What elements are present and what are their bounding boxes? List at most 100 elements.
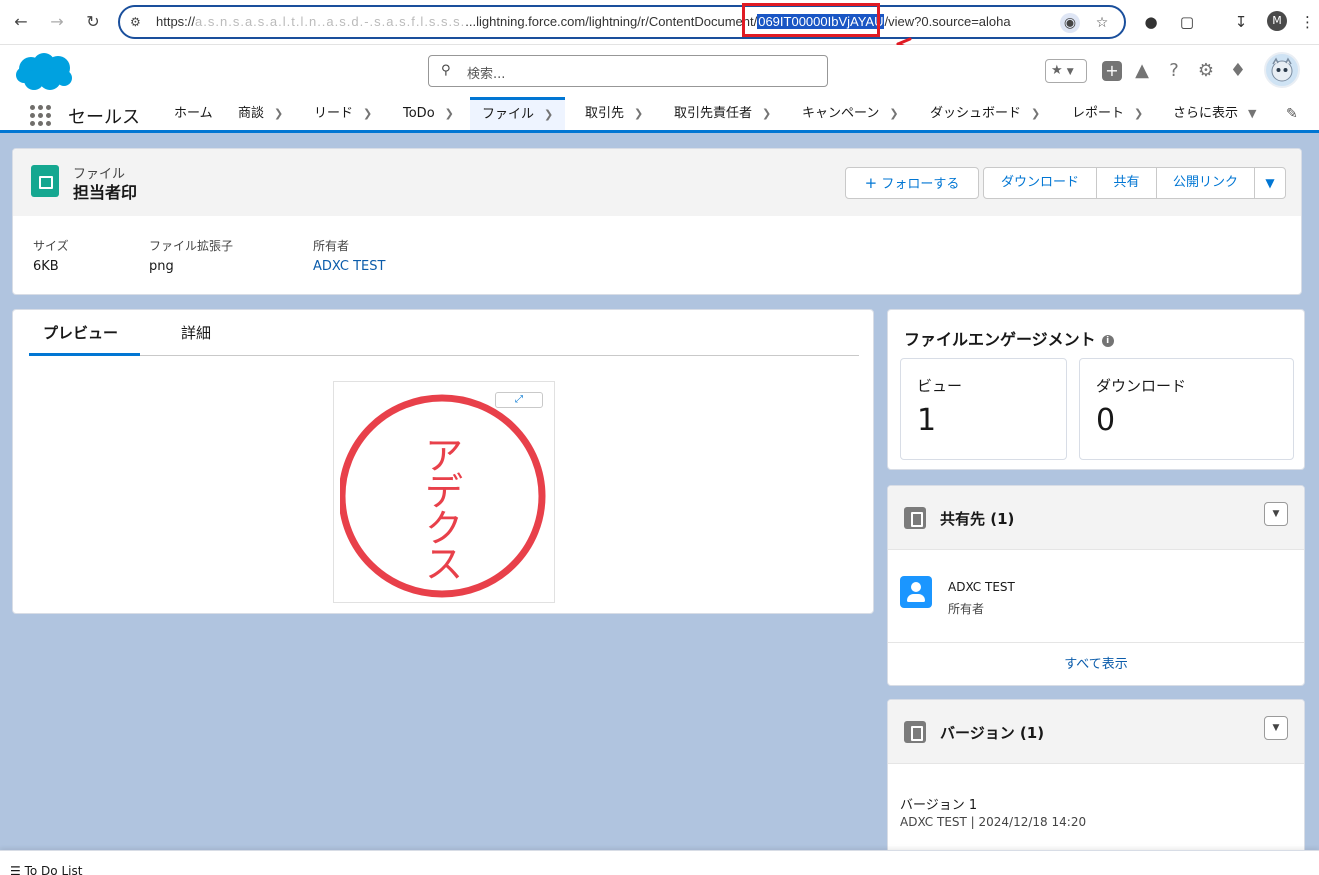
- caret-down-icon[interactable]: ▼: [1248, 107, 1256, 120]
- chevron-down-icon[interactable]: ❯: [544, 108, 553, 121]
- version-meta: ADXC TEST | 2024/12/18 14:20: [900, 815, 1087, 829]
- chevron-down-icon[interactable]: ❯: [634, 107, 643, 120]
- chevron-down-icon[interactable]: ❯: [1031, 107, 1040, 120]
- app-launcher-waffle-icon[interactable]: [30, 105, 51, 126]
- shared-with-title[interactable]: 共有先 (1): [940, 508, 1014, 529]
- shared-user-name: ADXC TEST: [948, 580, 1015, 594]
- nav-item-reports[interactable]: レポート ❯: [1072, 97, 1143, 130]
- nav-label: さらに表示: [1173, 106, 1239, 121]
- file-preview-frame[interactable]: アデクス ⤢: [333, 381, 555, 603]
- record-title: 担当者印: [73, 183, 138, 202]
- engagement-title: ファイルエンゲージメント i: [904, 326, 1114, 350]
- nav-item-accounts[interactable]: 取引先 ❯: [585, 97, 643, 130]
- preview-card: プレビュー 詳細 アデクス ⤢: [12, 309, 874, 614]
- star-icon: ★: [1051, 63, 1063, 78]
- caret-down-icon: ▼: [1265, 176, 1275, 190]
- active-tab-indicator: [29, 353, 140, 356]
- downloads-label: ダウンロード: [1096, 377, 1187, 395]
- versions-title[interactable]: バージョン (1): [940, 722, 1044, 743]
- nav-label: 商談: [238, 106, 265, 121]
- nav-item-leads[interactable]: リード ❯: [314, 97, 372, 130]
- nav-item-campaigns[interactable]: キャンペーン ❯: [802, 97, 899, 130]
- stamp-char: ス: [425, 543, 463, 587]
- annotation-highlight-box: [742, 3, 880, 37]
- chevron-down-icon[interactable]: ❯: [889, 107, 898, 120]
- follow-button[interactable]: + フォローする: [845, 167, 979, 199]
- info-icon[interactable]: i: [1101, 334, 1114, 347]
- browser-menu-icon[interactable]: ⋮: [1300, 11, 1315, 33]
- shared-with-header: 共有先 (1) ▼: [888, 486, 1304, 550]
- reload-icon[interactable]: ↻: [82, 11, 104, 33]
- lens-icon[interactable]: ◉: [1060, 13, 1080, 33]
- url-text: https://a.s.n.s.a.s.a.l.t.l.n..a.s.d.-.s…: [156, 14, 1011, 29]
- url-blurred: a.s.n.s.a.s.a.l.t.l.n..a.s.d.-.s.a.s.f.l…: [195, 14, 466, 29]
- notifications-bell-icon[interactable]: ♦: [1226, 59, 1250, 83]
- stamp-image: アデクス: [340, 394, 546, 598]
- more-actions-button[interactable]: ▼: [1254, 167, 1286, 199]
- view-all-link[interactable]: すべて表示: [888, 642, 1304, 686]
- user-icon: [900, 576, 932, 608]
- edit-nav-pencil-icon[interactable]: ✎: [1286, 106, 1298, 122]
- downloads-stat: ダウンロード 0: [1079, 358, 1294, 460]
- nav-item-todo[interactable]: ToDo ❯: [403, 97, 454, 130]
- tab-details[interactable]: 詳細: [181, 322, 211, 343]
- utility-bar: ☰ To Do List: [0, 850, 1319, 875]
- profile-avatar[interactable]: M: [1267, 11, 1287, 31]
- extensions-puzzle-icon[interactable]: ▢: [1176, 11, 1198, 33]
- search-icon: ⚲: [441, 63, 451, 78]
- shared-with-card: 共有先 (1) ▼ ADXC TEST 所有者 すべて表示: [887, 485, 1305, 686]
- related-list-file-icon: [904, 507, 926, 529]
- public-link-button[interactable]: 公開リンク: [1156, 167, 1255, 199]
- nav-label: ダッシュボード: [930, 106, 1022, 121]
- nav-item-dashboards[interactable]: ダッシュボード ❯: [930, 97, 1040, 130]
- nav-item-more[interactable]: さらに表示 ▼: [1173, 97, 1256, 130]
- record-header-card: ファイル 担当者印 + フォローする ダウンロード 共有 公開リンク ▼ サイズ…: [12, 148, 1302, 295]
- back-icon[interactable]: ←: [10, 11, 32, 33]
- caret-down-icon: ▼: [1272, 509, 1280, 519]
- expand-preview-button[interactable]: ⤢: [495, 392, 543, 408]
- favorites-button[interactable]: ★ ▼: [1045, 59, 1087, 83]
- file-engagement-card: ファイルエンゲージメント i ビュー 1 ダウンロード 0: [887, 309, 1305, 470]
- field-label-owner: 所有者: [313, 239, 350, 253]
- views-value: 1: [917, 403, 937, 438]
- salesforce-logo-icon[interactable]: [14, 51, 74, 93]
- todo-list-label: To Do List: [24, 864, 83, 875]
- chevron-down-icon[interactable]: ❯: [274, 107, 283, 120]
- nav-item-home[interactable]: ホーム: [174, 97, 213, 130]
- chevron-down-icon[interactable]: ❯: [1134, 107, 1143, 120]
- global-search-input[interactable]: ⚲ 検索...: [428, 55, 828, 87]
- extension-t-icon[interactable]: ●: [1140, 11, 1162, 33]
- views-label: ビュー: [917, 377, 963, 395]
- list-icon: ☰: [10, 864, 21, 875]
- shared-with-menu-button[interactable]: ▼: [1264, 502, 1288, 526]
- nav-item-files[interactable]: ファイル ❯: [470, 97, 566, 130]
- chevron-down-icon[interactable]: ❯: [363, 107, 372, 120]
- chevron-down-icon[interactable]: ❯: [445, 107, 454, 120]
- forward-icon[interactable]: →: [46, 11, 68, 33]
- related-list-file-icon: [904, 721, 926, 743]
- nav-item-opportunities[interactable]: 商談 ❯: [238, 97, 283, 130]
- field-label-size: サイズ: [33, 239, 69, 253]
- field-value-extension: png: [149, 259, 174, 274]
- nav-item-contacts[interactable]: 取引先責任者 ❯: [674, 97, 771, 130]
- setup-gear-icon[interactable]: ⚙: [1194, 59, 1218, 83]
- share-button[interactable]: 共有: [1096, 167, 1157, 199]
- trailhead-icon[interactable]: ▲: [1130, 59, 1154, 83]
- chevron-down-icon[interactable]: ❯: [762, 107, 771, 120]
- help-icon[interactable]: ?: [1162, 59, 1186, 83]
- todo-list-utility[interactable]: ☰ To Do List: [10, 864, 82, 875]
- download-button[interactable]: ダウンロード: [983, 167, 1097, 199]
- tab-preview[interactable]: プレビュー: [43, 322, 118, 343]
- user-avatar[interactable]: [1264, 52, 1300, 88]
- versions-menu-button[interactable]: ▼: [1264, 716, 1288, 740]
- nav-label: ToDo: [403, 106, 435, 121]
- address-bar[interactable]: ⚙ https://a.s.n.s.a.s.a.l.t.l.n..a.s.d.-…: [118, 3, 1126, 39]
- field-value-owner-link[interactable]: ADXC TEST: [313, 259, 385, 274]
- download-icon[interactable]: ↧: [1230, 11, 1252, 33]
- site-info-icon[interactable]: ⚙: [130, 14, 146, 30]
- global-header: ⚲ 検索... ★ ▼ + ▲ ? ⚙ ♦: [0, 45, 1319, 97]
- url-prefix: https://: [156, 14, 196, 29]
- bookmark-star-icon[interactable]: ☆: [1092, 13, 1112, 33]
- global-actions-plus-icon[interactable]: +: [1102, 61, 1122, 81]
- app-nav-bar: セールス ホーム 商談 ❯ リード ❯ ToDo ❯ ファイル ❯ 取引先 ❯ 取引先責任…: [0, 97, 1319, 133]
